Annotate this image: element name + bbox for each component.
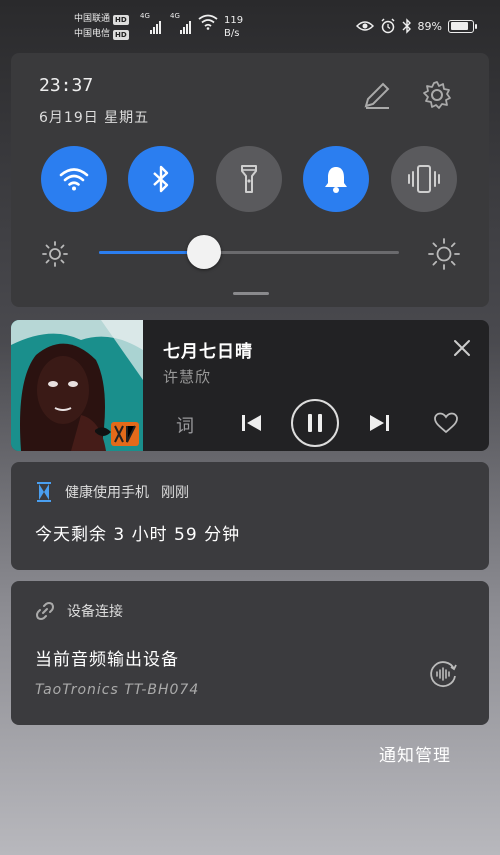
notification-header: 设备连接 <box>35 601 123 621</box>
speed-unit: B/s <box>224 28 240 39</box>
album-art-image <box>11 320 143 451</box>
settings-gear-icon[interactable] <box>421 79 453 111</box>
device-notification[interactable]: 设备连接 当前音频输出设备 TaoTronics TT-BH074 <box>11 581 489 725</box>
notification-body: 今天剩余 3 小时 59 分钟 <box>35 525 241 545</box>
battery-icon <box>448 19 477 33</box>
signal-icon: 4G <box>140 12 161 34</box>
notification-app-name: 健康使用手机 <box>65 485 149 501</box>
next-track-icon[interactable] <box>366 412 392 434</box>
heart-icon[interactable] <box>433 411 459 435</box>
link-icon <box>36 602 54 620</box>
media-player-card[interactable]: 七月七日晴 许慧欣 词 <box>11 320 489 451</box>
bluetooth-toggle[interactable] <box>128 146 194 212</box>
brightness-thumb[interactable] <box>187 235 221 269</box>
quick-settings-panel: 23:37 6月19日 星期五 <box>11 53 489 307</box>
vibrate-icon <box>408 165 440 193</box>
wifi-status-icon <box>198 14 218 30</box>
eye-comfort-icon <box>355 21 374 31</box>
status-bar: 中国联通 HD 中国电信 HD 4G 4G 119 B/s 89% <box>0 0 500 50</box>
brightness-high-icon <box>428 238 460 270</box>
wifi-toggle[interactable] <box>41 146 107 212</box>
bluetooth-icon <box>153 165 169 193</box>
audio-output-icon[interactable] <box>428 659 458 689</box>
lyrics-button[interactable]: 词 <box>176 412 194 438</box>
network-speed: 119 B/s <box>224 14 243 40</box>
health-notification[interactable]: 健康使用手机 刚刚 今天剩余 3 小时 59 分钟 <box>11 462 489 570</box>
alarm-icon <box>381 18 395 34</box>
hd-badge: HD <box>113 29 129 40</box>
network-type: 4G <box>170 12 180 20</box>
notification-app-name: 设备连接 <box>67 604 123 620</box>
speed-value: 119 <box>224 15 244 26</box>
close-icon[interactable] <box>451 337 473 359</box>
hd-badge: HD <box>113 14 129 25</box>
previous-track-icon[interactable] <box>239 412 265 434</box>
notification-body: 当前音频输出设备 <box>35 650 179 670</box>
notification-time: 刚刚 <box>161 485 189 501</box>
song-artist: 许慧欣 <box>163 368 212 386</box>
edit-icon[interactable] <box>361 79 393 111</box>
flashlight-icon <box>241 165 257 193</box>
network-type: 4G <box>140 12 150 20</box>
carrier-2: 中国电信 <box>74 29 111 39</box>
panel-drag-handle[interactable] <box>233 292 269 295</box>
brightness-slider[interactable] <box>99 251 399 254</box>
play-pause-button[interactable] <box>291 399 339 447</box>
wifi-icon <box>59 168 89 191</box>
flashlight-toggle[interactable] <box>216 146 282 212</box>
pause-icon <box>308 414 322 432</box>
sound-toggle[interactable] <box>303 146 369 212</box>
bell-icon <box>325 167 347 193</box>
device-name: TaoTronics TT-BH074 <box>35 682 200 698</box>
carrier-1: 中国联通 <box>74 14 111 24</box>
date: 6月19日 星期五 <box>39 110 150 126</box>
notification-management-link[interactable]: 通知管理 <box>379 741 451 766</box>
album-art <box>11 320 143 451</box>
brightness-low-icon <box>42 241 68 267</box>
bluetooth-status-icon <box>402 18 411 34</box>
carrier-info: 中国联通 HD 中国电信 HD <box>74 12 129 42</box>
hourglass-icon <box>37 482 51 502</box>
clock: 23:37 <box>39 75 94 96</box>
notification-header: 健康使用手机 刚刚 <box>35 482 189 502</box>
song-title: 七月七日晴 <box>163 342 253 362</box>
vibrate-toggle[interactable] <box>391 146 457 212</box>
signal-icon: 4G <box>170 12 191 34</box>
battery-percent: 89% <box>417 19 442 33</box>
